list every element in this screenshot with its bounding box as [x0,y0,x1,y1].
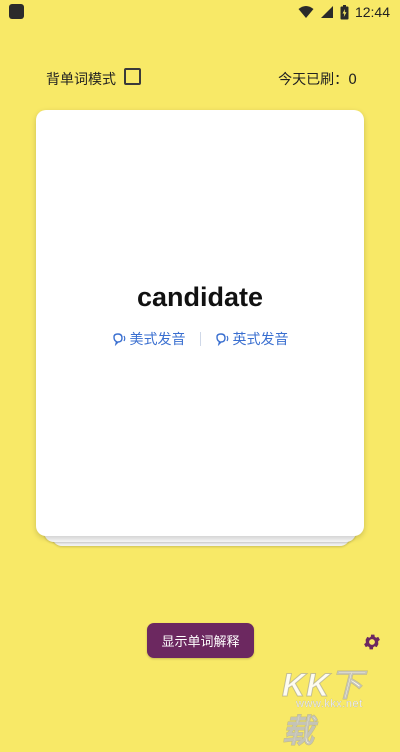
memorize-mode-label: 背单词模式 [46,72,116,88]
speaker-icon [215,333,228,346]
uk-pronunciation-label: 英式发音 [232,332,289,348]
today-count: 今天已刷：0 [278,69,357,89]
word-card[interactable]: candidate 美式发音 英式发音 [36,110,364,536]
wifi-icon [298,6,314,18]
status-icons: 12:44 [298,2,390,22]
pronunciation-divider [199,332,201,346]
battery-charging-icon [340,4,349,19]
app-icon [9,4,24,19]
us-pronunciation-label: 美式发音 [129,332,186,348]
uk-pronunciation-button[interactable]: 英式发音 [215,329,289,349]
status-time: 12:44 [354,4,390,20]
speaker-icon [112,333,125,346]
watermark-url: www.kkx.net [296,698,363,710]
today-count-label: 今天已刷： [278,72,349,88]
signal-icon [320,6,333,18]
us-pronunciation-button[interactable]: 美式发音 [112,329,186,349]
watermark: KK下载 www.kkx.net [282,660,392,750]
pronunciation-row: 美式发音 英式发音 [36,328,364,350]
gear-icon[interactable] [362,632,382,652]
memorize-mode-checkbox[interactable] [124,68,141,85]
show-meaning-button[interactable]: 显示单词解释 [147,623,254,658]
today-count-value: 0 [348,72,357,88]
status-bar: 12:44 [0,0,400,24]
word-text: candidate [136,282,264,312]
top-bar: 背单词模式 今天已刷：0 [0,66,400,92]
